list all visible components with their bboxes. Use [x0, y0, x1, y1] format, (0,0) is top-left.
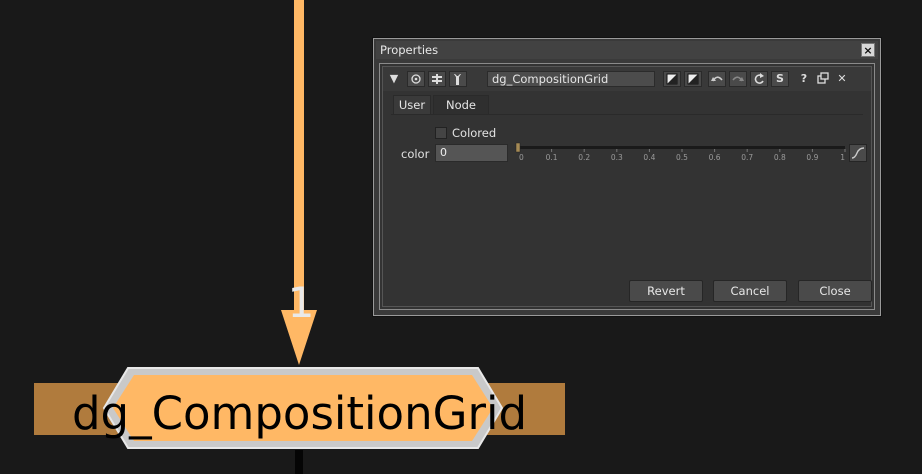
sliders-icon: [432, 74, 442, 84]
slider-tick-label: 0.1: [546, 153, 558, 162]
close-button[interactable]: Close: [798, 280, 872, 302]
slider-tick: [714, 149, 716, 152]
settings-button[interactable]: [428, 71, 446, 87]
slider-tick-label: 0.9: [806, 153, 818, 162]
properties-window[interactable]: Properties × ▼ dg_CompositionGrid S ? ✕ …: [372, 37, 882, 317]
slider-tick-label: 0: [519, 153, 524, 162]
close-panel-button[interactable]: ✕: [835, 71, 849, 87]
redo-button[interactable]: [729, 71, 747, 87]
collapse-panel-button[interactable]: ▼: [387, 71, 401, 87]
animation-curve-button[interactable]: [849, 144, 867, 162]
color-swatch-icon: [687, 73, 699, 85]
curve-icon: [851, 147, 865, 159]
color-knob-label: color: [401, 147, 430, 161]
slider-tick-label: 1: [840, 153, 845, 162]
slider-tick: [551, 149, 553, 152]
node-properties-panel: ▼ dg_CompositionGrid S ? ✕ User Node Col…: [379, 63, 875, 310]
slider-tick: [811, 149, 813, 152]
slider-tick-label: 0.6: [709, 153, 721, 162]
color-value-input[interactable]: 0: [435, 144, 508, 162]
slider-handle[interactable]: [515, 142, 521, 153]
color-swatch-icon: [666, 73, 678, 85]
refresh-icon: [754, 73, 764, 84]
tab-user[interactable]: User: [393, 95, 431, 115]
panel-inner: ▼ dg_CompositionGrid S ? ✕ User Node Col…: [382, 66, 872, 307]
undo-button[interactable]: [708, 71, 726, 87]
node-name-field[interactable]: dg_CompositionGrid: [487, 71, 655, 87]
wrench-icon: [454, 74, 461, 85]
colored-label: Colored: [452, 126, 497, 140]
slider-tick: [746, 149, 748, 152]
panel-toolbar: ▼ dg_CompositionGrid S ? ✕: [383, 67, 871, 91]
slider-tick-label: 0.3: [611, 153, 623, 162]
slider-tick-label: 0.2: [578, 153, 590, 162]
edit-knobs-button[interactable]: [449, 71, 467, 87]
slider-track-svg: 0 0.1 0.2 0.3 0.4 0.5 0.6 0.7 0.8 0.9 1: [515, 142, 846, 162]
revert-button[interactable]: Revert: [629, 280, 703, 302]
dialog-footer: Revert Cancel Close: [383, 274, 872, 306]
target-icon: [411, 74, 421, 84]
revert-knobs-button[interactable]: [750, 71, 768, 87]
window-title: Properties: [380, 43, 439, 57]
output-edge[interactable]: [295, 450, 303, 474]
user-tab-content: Colored color 0 0 0.1 0.2 0.3 0.4 0.5 0.6 0.7 0.…: [391, 114, 867, 245]
undo-icon: [711, 76, 723, 82]
slider-tick-label: 0.8: [774, 153, 786, 162]
gl-color-button[interactable]: [684, 71, 702, 87]
redo-icon: [732, 76, 744, 82]
slider-tick: [779, 149, 781, 152]
slider-tick: [648, 149, 650, 152]
slider-tick: [681, 149, 683, 152]
script-button[interactable]: S: [771, 71, 789, 87]
slider-tick-label: 0.7: [741, 153, 753, 162]
float-panel-button[interactable]: [816, 71, 830, 87]
colored-checkbox[interactable]: [435, 127, 447, 139]
tile-color-button[interactable]: [663, 71, 681, 87]
window-close-button[interactable]: ×: [861, 43, 875, 57]
center-node-button[interactable]: [407, 71, 425, 87]
slider-tick-label: 0.4: [643, 153, 655, 162]
slider-tick: [583, 149, 585, 152]
slider-track[interactable]: [519, 146, 845, 149]
tab-node[interactable]: Node: [433, 95, 489, 115]
color-slider[interactable]: 0 0.1 0.2 0.3 0.4 0.5 0.6 0.7 0.8 0.9 1: [513, 139, 849, 165]
node-title: dg_CompositionGrid: [71, 387, 528, 440]
slider-tick: [844, 149, 846, 152]
cancel-button[interactable]: Cancel: [713, 280, 787, 302]
properties-titlebar[interactable]: Properties ×: [376, 41, 878, 59]
slider-tick: [616, 149, 618, 152]
help-button[interactable]: ?: [797, 71, 811, 87]
slider-tick-label: 0.5: [676, 153, 688, 162]
float-window-icon: [817, 72, 829, 84]
